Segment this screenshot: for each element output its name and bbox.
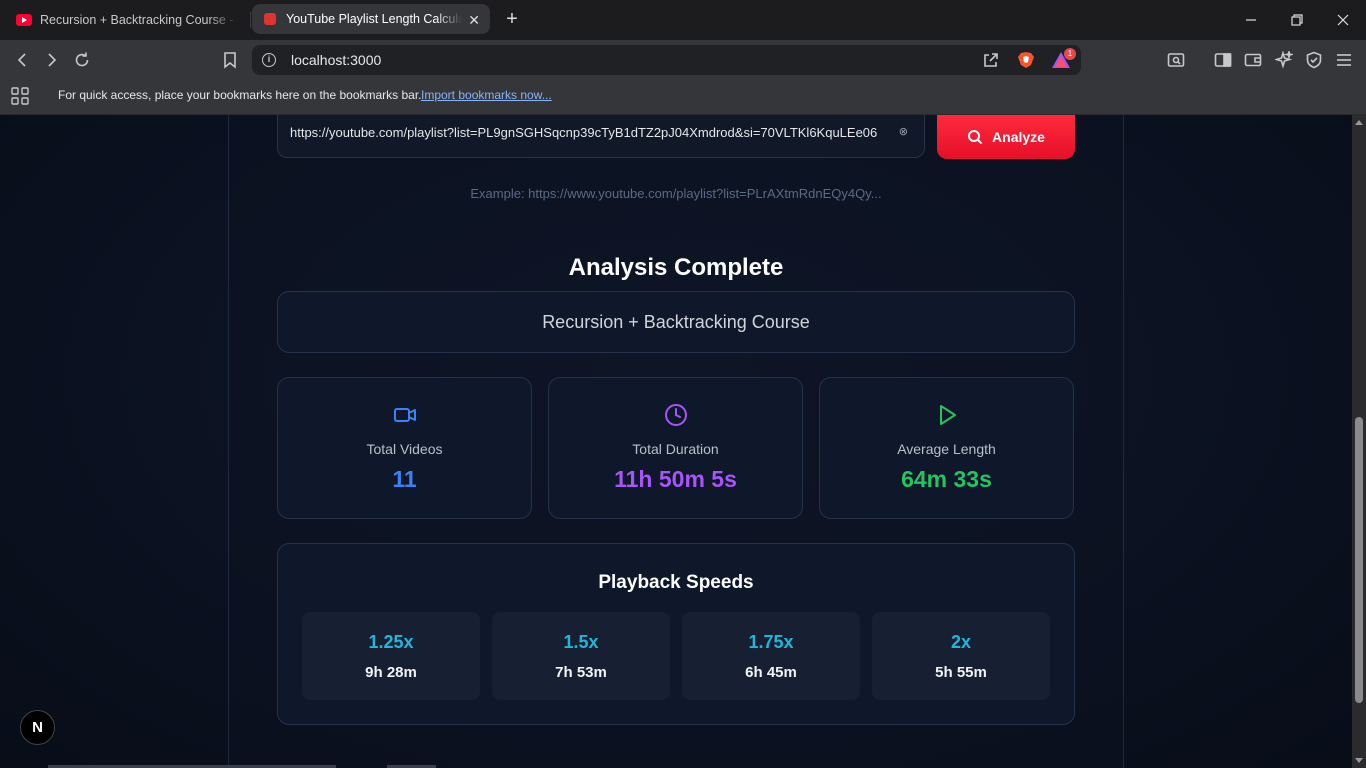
tab-title: Recursion + Backtracking Course - YouTub…: [40, 13, 238, 27]
sparkle-icon: [1275, 51, 1293, 69]
close-window-button[interactable]: [1320, 0, 1366, 40]
speed-rate: 2x: [950, 632, 972, 652]
sidebar-button[interactable]: [1213, 50, 1233, 70]
close-icon: [1337, 14, 1349, 26]
hamburger-menu-icon: [1337, 54, 1351, 66]
speed-card: 1.25x 9h 28m: [302, 612, 480, 700]
tab-calculator[interactable]: YouTube Playlist Length Calculator ✕: [252, 4, 490, 34]
site-info-icon[interactable]: i: [262, 53, 276, 67]
search-icon: [968, 130, 983, 145]
youtube-icon: [16, 14, 32, 26]
speed-duration: 6h 45m: [745, 664, 797, 681]
speed-duration: 5h 55m: [935, 664, 987, 681]
stat-total-duration: Total Duration 11h 50m 5s: [548, 377, 803, 519]
clock-icon: [664, 404, 687, 426]
analyze-button[interactable]: Analyze: [937, 115, 1075, 159]
stat-label: Total Videos: [366, 441, 443, 457]
speed-card: 1.75x 6h 45m: [682, 612, 860, 700]
app-favicon-icon: [264, 13, 276, 25]
tab-strip: Recursion + Backtracking Course - YouTub…: [0, 0, 1366, 40]
stat-value: 64m 33s: [901, 466, 992, 492]
playlist-url-input[interactable]: https://youtube.com/playlist?list=PL9gnS…: [277, 115, 925, 158]
new-tab-button[interactable]: +: [502, 8, 522, 31]
share-button[interactable]: [981, 50, 1001, 70]
apps-grid-icon[interactable]: [11, 87, 29, 105]
vertical-scrollbar[interactable]: [1352, 115, 1366, 768]
stat-total-videos: Total Videos 11: [277, 377, 532, 519]
scroll-up-arrow-icon[interactable]: [1355, 120, 1363, 125]
bookmark-icon: [224, 52, 236, 69]
arrow-left-icon: [17, 53, 26, 67]
tab-youtube[interactable]: Recursion + Backtracking Course - YouTub…: [0, 0, 248, 40]
playback-speeds-panel: Playback Speeds 1.25x 9h 28m 1.5x 7h 53m…: [277, 543, 1075, 725]
shield-icon: [1306, 51, 1322, 69]
playback-speeds-title: Playback Speeds: [598, 572, 754, 593]
nextjs-dev-badge[interactable]: N: [20, 710, 55, 745]
forward-button[interactable]: [42, 50, 62, 70]
brave-shields-icon[interactable]: [1017, 51, 1035, 69]
page-viewport: https://youtube.com/playlist?list=PL9gnS…: [0, 115, 1352, 768]
import-bookmarks-link[interactable]: Import bookmarks now...: [421, 88, 552, 102]
scroll-down-arrow-icon[interactable]: [1355, 758, 1363, 763]
tab-separator: [250, 12, 251, 28]
clear-input-icon[interactable]: ⊗: [898, 125, 908, 138]
stat-value: 11: [392, 466, 417, 492]
close-tab-icon[interactable]: ✕: [468, 12, 480, 29]
arrow-right-icon: [48, 53, 57, 67]
stat-average-length: Average Length 64m 33s: [819, 377, 1074, 519]
playlist-name: Recursion + Backtracking Course: [542, 311, 810, 332]
stat-label: Total Duration: [632, 441, 719, 457]
speed-duration: 9h 28m: [365, 664, 417, 681]
play-icon: [939, 405, 956, 425]
results-heading: Analysis Complete: [568, 254, 784, 281]
minimize-button[interactable]: [1228, 0, 1274, 40]
reader-mode-icon: [1167, 53, 1185, 67]
speed-duration: 7h 53m: [555, 664, 607, 681]
playlist-name-box: Recursion + Backtracking Course: [277, 291, 1075, 353]
wallet-icon: [1244, 53, 1262, 67]
video-icon: [393, 408, 416, 422]
back-button[interactable]: [12, 50, 32, 70]
reader-mode-button[interactable]: [1166, 50, 1186, 70]
restore-button[interactable]: [1274, 0, 1320, 40]
stat-label: Average Length: [897, 441, 996, 457]
bookmarks-hint: For quick access, place your bookmarks h…: [58, 88, 422, 102]
rewards-badge: 1: [1064, 48, 1076, 60]
share-icon: [984, 53, 998, 67]
menu-button[interactable]: [1334, 50, 1354, 70]
speed-rate: 1.25x: [368, 632, 414, 652]
speed-rate: 1.75x: [748, 632, 794, 652]
speed-rate: 1.5x: [563, 632, 599, 652]
scrollbar-thumb[interactable]: [1355, 417, 1363, 703]
wallet-button[interactable]: [1243, 50, 1263, 70]
speed-card: 1.5x 7h 53m: [492, 612, 670, 700]
stat-value: 11h 50m 5s: [614, 466, 737, 492]
example-url-hint: Example: https://www.youtube.com/playlis…: [470, 186, 882, 201]
reload-button[interactable]: [72, 50, 92, 70]
reload-icon: [75, 52, 89, 67]
bookmark-button[interactable]: [220, 50, 240, 70]
sidebar-icon: [1214, 53, 1232, 67]
address-url: localhost:3000: [291, 52, 382, 68]
leo-ai-button[interactable]: [1274, 50, 1294, 70]
minimize-icon: [1246, 19, 1256, 21]
vpn-button[interactable]: [1304, 50, 1324, 70]
address-bar[interactable]: i localhost:3000: [252, 45, 1081, 75]
analyze-label: Analyze: [992, 129, 1045, 145]
speed-card: 2x 5h 55m: [872, 612, 1050, 700]
playlist-url-value: https://youtube.com/playlist?list=PL9gnS…: [290, 125, 878, 140]
restore-icon: [1291, 14, 1303, 26]
tab-title: YouTube Playlist Length Calculator: [286, 12, 462, 26]
